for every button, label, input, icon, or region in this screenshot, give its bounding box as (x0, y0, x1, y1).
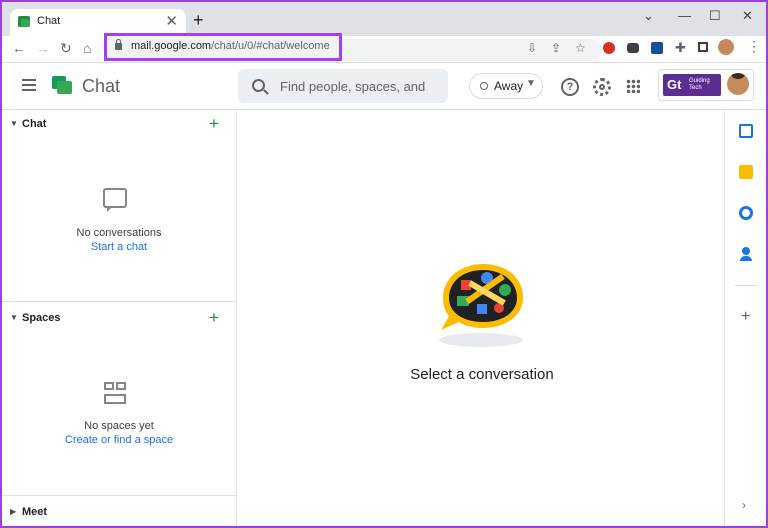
url-host: mail.google.com (131, 40, 212, 52)
tab-search-icon[interactable]: ⌄ (643, 8, 654, 24)
browser-tab-chat[interactable]: Chat ✕ (10, 9, 186, 36)
opera-extension-icon[interactable] (603, 42, 615, 54)
status-dropdown[interactable]: Away ▼ (469, 73, 543, 99)
chat-favicon-icon (18, 16, 30, 27)
settings-gear-icon[interactable] (593, 78, 611, 96)
select-conversation-text: Select a conversation (410, 366, 554, 383)
new-space-plus-icon[interactable]: + (209, 308, 219, 328)
section-divider (2, 495, 236, 496)
address-bar[interactable]: mail.google.com/chat/u/0/#chat/welcome (104, 33, 342, 61)
apps-grid-icon[interactable] (626, 79, 640, 93)
reload-icon[interactable]: ↻ (60, 39, 72, 57)
new-chat-plus-icon[interactable]: + (209, 114, 219, 134)
get-addons-plus-icon[interactable]: + (741, 308, 750, 326)
brand-letters: Gt (667, 77, 682, 92)
contacts-icon[interactable] (742, 247, 750, 255)
new-tab-button[interactable]: + (193, 11, 204, 29)
meet-section-title: Meet (22, 506, 48, 518)
side-panel-rail: + › (724, 110, 766, 526)
help-icon[interactable]: ? (561, 78, 579, 96)
chat-section-title: Chat (22, 118, 47, 130)
close-window-button[interactable]: ✕ (742, 8, 753, 24)
app-title: Chat (82, 76, 121, 96)
account-switcher[interactable]: Gt Guiding Tech (658, 69, 754, 101)
minimize-button[interactable]: — (678, 8, 691, 23)
side-panel-icon[interactable] (698, 42, 708, 52)
lock-icon[interactable] (115, 39, 122, 50)
back-arrow-icon[interactable]: ← (12, 39, 26, 57)
browser-menu-icon[interactable]: ⋮ (747, 39, 761, 53)
keep-icon[interactable] (739, 165, 753, 179)
create-space-link[interactable]: Create or find a space (2, 434, 236, 446)
caret-down-icon[interactable]: ▼ (10, 313, 18, 322)
bookmark-star-icon[interactable]: ☆ (575, 41, 586, 55)
browser-window: Chat ✕ + ⌄ — ☐ ✕ ← → ↻ ⌂ mail.google.com… (2, 2, 766, 526)
install-app-icon[interactable]: ⇩ (527, 41, 537, 55)
meet-section-header[interactable]: ▶ Meet (2, 502, 236, 526)
share-icon[interactable]: ⇪ (551, 41, 561, 55)
extension-badge-icon[interactable] (651, 42, 663, 54)
spaces-section-title: Spaces (22, 312, 61, 324)
caret-down-icon[interactable]: ▼ (10, 119, 18, 128)
contacts-body-icon (740, 256, 752, 261)
search-placeholder: Find people, spaces, and (280, 79, 426, 94)
chat-section-header[interactable]: ▼ Chat + (2, 114, 236, 138)
spaces-section-header[interactable]: ▼ Spaces + (2, 308, 236, 332)
omnibox-background (342, 39, 602, 61)
search-input[interactable]: Find people, spaces, and (238, 69, 448, 103)
status-label: Away (494, 79, 524, 93)
account-avatar[interactable] (727, 73, 749, 95)
chat-welcome-illustration (439, 264, 523, 347)
sidebar: ▼ Chat + No conversations Start a chat ▼… (2, 110, 237, 526)
tab-strip: Chat ✕ + ⌄ — ☐ ✕ (2, 2, 766, 36)
browser-toolbar: ← → ↻ ⌂ mail.google.com/chat/u/0/#chat/w… (2, 33, 766, 63)
maximize-button[interactable]: ☐ (709, 8, 721, 24)
away-status-icon (480, 82, 488, 90)
app-header: Chat Find people, spaces, and Away ▼ ? G… (2, 63, 766, 110)
no-spaces-text: No spaces yet (84, 420, 154, 432)
start-chat-link[interactable]: Start a chat (2, 241, 236, 253)
tab-close-icon[interactable]: ✕ (165, 12, 178, 30)
spy-extension-icon[interactable] (627, 43, 639, 53)
extensions-puzzle-icon[interactable]: ✚ (675, 41, 686, 55)
chat-bubble-icon (103, 188, 127, 212)
calendar-icon[interactable] (739, 124, 753, 138)
url-text: mail.google.com/chat/u/0/#chat/welcome (131, 40, 330, 52)
forward-arrow-icon[interactable]: → (36, 39, 50, 57)
caret-right-icon[interactable]: ▶ (10, 507, 16, 516)
brand-text: Guiding Tech (689, 78, 710, 91)
spaces-grid-icon (104, 382, 126, 404)
profile-avatar-icon[interactable] (718, 39, 734, 55)
chat-logo-icon (52, 76, 72, 94)
no-conversations-text: No conversations (76, 227, 162, 239)
url-path: /chat/u/0/#chat/welcome (211, 40, 330, 52)
chevron-right-icon[interactable]: › (742, 498, 746, 512)
rail-divider (735, 285, 757, 286)
section-divider (2, 301, 236, 302)
search-icon[interactable] (252, 79, 265, 92)
caret-down-icon: ▼ (526, 78, 536, 89)
tasks-icon[interactable] (739, 206, 753, 220)
guiding-tech-logo: Gt Guiding Tech (663, 74, 721, 96)
tab-title: Chat (37, 15, 61, 27)
main-menu-icon[interactable] (22, 79, 36, 81)
home-icon[interactable]: ⌂ (83, 39, 91, 57)
